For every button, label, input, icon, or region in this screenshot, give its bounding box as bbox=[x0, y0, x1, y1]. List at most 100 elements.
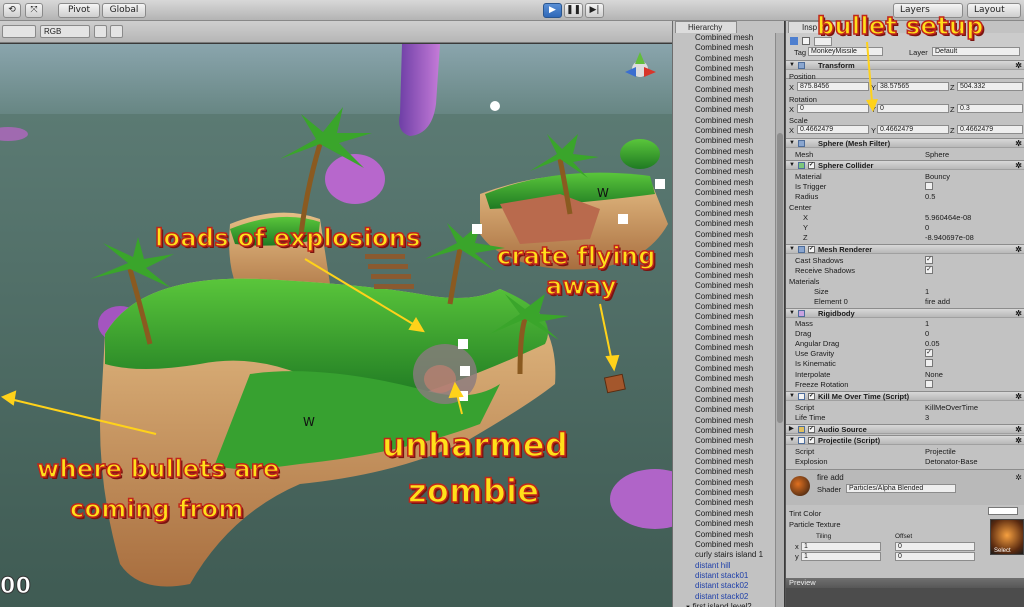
hierarchy-item[interactable]: Combined mesh bbox=[673, 178, 775, 188]
scale-y-field[interactable]: 0.4662479 bbox=[877, 125, 949, 134]
hierarchy-item[interactable]: Combined mesh bbox=[673, 85, 775, 95]
hierarchy-item[interactable]: Combined mesh bbox=[673, 116, 775, 126]
hierarchy-item[interactable]: Combined mesh bbox=[673, 54, 775, 64]
hierarchy-item[interactable]: Combined mesh bbox=[673, 281, 775, 291]
mesh-filter-header[interactable]: ▼ Sphere (Mesh Filter) ✲ bbox=[786, 138, 1024, 148]
preview-header[interactable]: Preview bbox=[786, 578, 1024, 588]
expand-triangle-icon[interactable]: ▼ bbox=[789, 436, 795, 445]
projectile-header[interactable]: ▼ ✓ Projectile (Script) ✲ bbox=[786, 435, 1024, 445]
expand-triangle-icon[interactable]: ▼ bbox=[789, 245, 795, 254]
hierarchy-item[interactable]: Combined mesh bbox=[673, 509, 775, 519]
hierarchy-item[interactable]: Combined mesh bbox=[673, 43, 775, 53]
hierarchy-item[interactable]: Combined mesh bbox=[673, 426, 775, 436]
is-kinematic-checkbox[interactable] bbox=[925, 359, 933, 367]
use-gravity-checkbox[interactable]: ✓ bbox=[925, 349, 933, 357]
hierarchy-item[interactable]: Combined mesh bbox=[673, 95, 775, 105]
gear-icon[interactable]: ✲ bbox=[1015, 473, 1022, 482]
lighting-toggle-icon[interactable] bbox=[94, 25, 107, 38]
hierarchy-item[interactable]: Combined mesh bbox=[673, 530, 775, 540]
scene-viewport[interactable]: W W loads of explosions crate flying awa… bbox=[0, 44, 672, 607]
scale-z-field[interactable]: 0.4662479 bbox=[957, 125, 1023, 134]
cast-shadows-checkbox[interactable]: ✓ bbox=[925, 256, 933, 264]
hierarchy-item[interactable]: Combined mesh bbox=[673, 261, 775, 271]
gear-icon[interactable]: ✲ bbox=[1015, 245, 1022, 254]
tiling-y-field[interactable]: 1 bbox=[801, 552, 881, 561]
gear-icon[interactable]: ✲ bbox=[1015, 309, 1022, 318]
hierarchy-scroll-thumb[interactable] bbox=[777, 133, 783, 423]
mesh-value[interactable]: Sphere bbox=[925, 150, 949, 159]
hierarchy-item[interactable]: Combined mesh bbox=[673, 467, 775, 477]
material-value[interactable]: Bouncy bbox=[925, 172, 950, 181]
expand-triangle-icon[interactable]: ▼ bbox=[789, 139, 795, 148]
hierarchy-scrollbar[interactable] bbox=[775, 33, 784, 607]
hierarchy-item[interactable]: Combined mesh bbox=[673, 374, 775, 384]
projectile-script-value[interactable]: Projectile bbox=[925, 447, 956, 456]
hierarchy-item[interactable]: Combined mesh bbox=[673, 385, 775, 395]
center-z-value[interactable]: -8.940697e-08 bbox=[925, 233, 974, 242]
kill-me-enabled-checkbox[interactable]: ✓ bbox=[808, 393, 815, 400]
hierarchy-item[interactable]: Combined mesh bbox=[673, 354, 775, 364]
tint-color-swatch[interactable] bbox=[988, 507, 1018, 515]
sphere-collider-header[interactable]: ▼ ✓ Sphere Collider ✲ bbox=[786, 160, 1024, 170]
rigidbody-header[interactable]: ▼ Rigidbody ✲ bbox=[786, 308, 1024, 318]
mesh-renderer-header[interactable]: ▼ ✓ Mesh Renderer ✲ bbox=[786, 244, 1024, 254]
is-trigger-checkbox[interactable] bbox=[925, 182, 933, 190]
hierarchy-item[interactable]: Combined mesh bbox=[673, 478, 775, 488]
explosion-value[interactable]: Detonator-Base bbox=[925, 457, 978, 466]
global-toggle[interactable]: Global bbox=[102, 3, 146, 18]
hierarchy-item[interactable]: distant stack01 bbox=[673, 571, 775, 581]
audio-source-header[interactable]: ▶ ✓ Audio Source ✲ bbox=[786, 424, 1024, 434]
refresh-icon[interactable]: ⟲ bbox=[3, 3, 21, 18]
center-y-value[interactable]: 0 bbox=[925, 223, 929, 232]
tiling-x-field[interactable]: 1 bbox=[801, 542, 881, 551]
gear-icon[interactable]: ✲ bbox=[1015, 425, 1022, 434]
tab-hierarchy[interactable]: Hierarchy bbox=[675, 21, 737, 33]
rotation-y-field[interactable]: 0 bbox=[877, 104, 949, 113]
hierarchy-item[interactable]: distant stack02 bbox=[673, 581, 775, 591]
freeze-rotation-checkbox[interactable] bbox=[925, 380, 933, 388]
hierarchy-item[interactable]: Combined mesh bbox=[673, 488, 775, 498]
expand-triangle-icon[interactable]: ▼ bbox=[789, 161, 795, 170]
hierarchy-item[interactable]: Combined mesh bbox=[673, 74, 775, 84]
active-checkbox[interactable] bbox=[802, 37, 810, 45]
draw-mode-dropdown[interactable] bbox=[2, 25, 36, 38]
projectile-enabled-checkbox[interactable]: ✓ bbox=[808, 437, 815, 444]
hierarchy-item[interactable]: Combined mesh bbox=[673, 395, 775, 405]
hierarchy-item[interactable]: Combined mesh bbox=[673, 209, 775, 219]
element-value[interactable]: fire add bbox=[925, 297, 950, 306]
life-time-value[interactable]: 3 bbox=[925, 413, 929, 422]
expand-triangle-icon[interactable]: ▼ bbox=[789, 392, 795, 401]
offset-y-field[interactable]: 0 bbox=[895, 552, 975, 561]
hierarchy-item[interactable]: curly stairs island 1 bbox=[673, 550, 775, 560]
hierarchy-item[interactable]: Combined mesh bbox=[673, 292, 775, 302]
hierarchy-item[interactable]: Combined mesh bbox=[673, 333, 775, 343]
hierarchy-item[interactable]: Combined mesh bbox=[673, 126, 775, 136]
materials-label[interactable]: Materials bbox=[789, 277, 819, 286]
hierarchy-item[interactable]: Combined mesh bbox=[673, 405, 775, 415]
gear-icon[interactable]: ✲ bbox=[1015, 139, 1022, 148]
collider-enabled-checkbox[interactable]: ✓ bbox=[808, 162, 815, 169]
layer-dropdown[interactable]: Default bbox=[932, 47, 1020, 56]
position-z-field[interactable]: 504.332 bbox=[957, 82, 1023, 91]
center-x-value[interactable]: 5.960464e-08 bbox=[925, 213, 971, 222]
pause-button[interactable]: ❚❚ bbox=[564, 3, 583, 18]
render-mode-dropdown[interactable]: RGB bbox=[40, 25, 90, 38]
hierarchy-item[interactable]: Combined mesh bbox=[673, 147, 775, 157]
receive-shadows-checkbox[interactable]: ✓ bbox=[925, 266, 933, 274]
step-button[interactable]: ▶| bbox=[585, 3, 604, 18]
image-toggle-icon[interactable] bbox=[110, 25, 123, 38]
hierarchy-item[interactable]: Combined mesh bbox=[673, 519, 775, 529]
transform-header[interactable]: ▼ Transform ✲ bbox=[786, 60, 1024, 70]
select-texture-label[interactable]: Select bbox=[994, 548, 1011, 554]
hierarchy-item[interactable]: Combined mesh bbox=[673, 416, 775, 426]
gear-icon[interactable]: ✲ bbox=[1015, 161, 1022, 170]
hierarchy-item[interactable]: Combined mesh bbox=[673, 105, 775, 115]
scale-tool-icon[interactable]: ⤧ bbox=[25, 3, 43, 18]
hierarchy-item[interactable]: Combined mesh bbox=[673, 498, 775, 508]
gear-icon[interactable]: ✲ bbox=[1015, 61, 1022, 70]
hierarchy-item[interactable]: Combined mesh bbox=[673, 167, 775, 177]
hierarchy-item[interactable]: Combined mesh bbox=[673, 302, 775, 312]
hierarchy-item[interactable]: Combined mesh bbox=[673, 240, 775, 250]
hierarchy-item[interactable]: ▼ first island level2 bbox=[673, 602, 775, 607]
renderer-enabled-checkbox[interactable]: ✓ bbox=[808, 246, 815, 253]
